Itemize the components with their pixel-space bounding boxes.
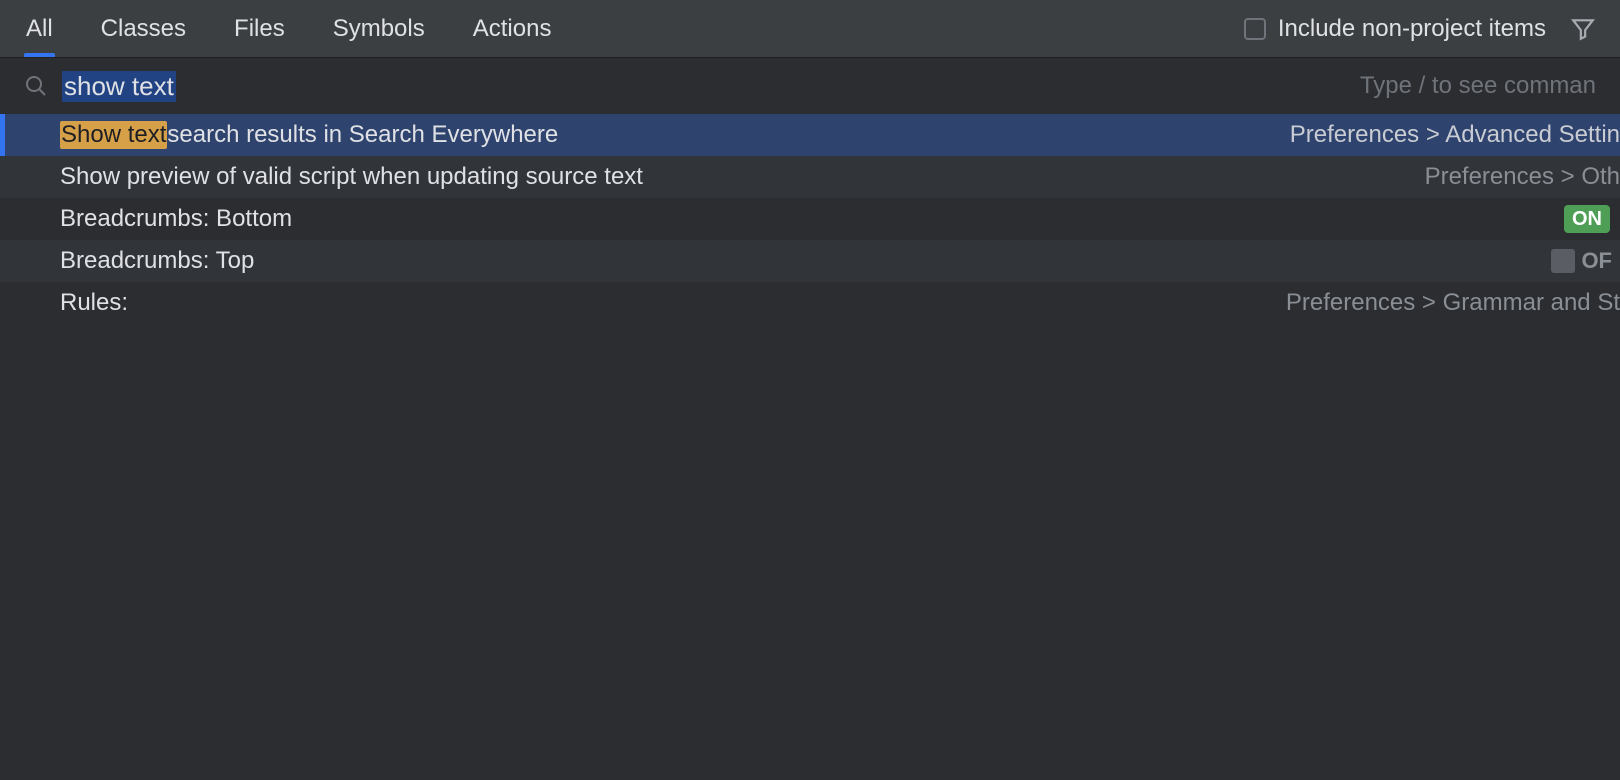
result-row[interactable]: Rules: Preferences > Grammar and St (0, 282, 1620, 324)
toggle-off-text: OF (1581, 248, 1612, 274)
tab-all[interactable]: All (24, 0, 55, 57)
search-icon (24, 74, 48, 98)
result-text: Rules: (60, 289, 128, 317)
tab-files[interactable]: Files (232, 0, 287, 57)
result-row[interactable]: Breadcrumbs: Bottom ON (0, 198, 1620, 240)
result-row[interactable]: Breadcrumbs: Top OF (0, 240, 1620, 282)
result-text-wrap: Show text search results in Search Every… (60, 121, 558, 149)
tabs-right: Include non-project items (1244, 15, 1596, 43)
result-row[interactable]: Show preview of valid script when updati… (0, 156, 1620, 198)
result-path: Preferences > Advanced Settin (1290, 121, 1620, 149)
search-bar: show text Type / to see comman (0, 58, 1620, 114)
search-hint: Type / to see comman (1360, 72, 1596, 100)
toggle-on[interactable]: ON (1564, 205, 1610, 233)
result-text-wrap: Breadcrumbs: Top (60, 247, 254, 275)
result-highlight: Show text (60, 121, 167, 149)
tab-symbols[interactable]: Symbols (331, 0, 427, 57)
toggle-off-box (1551, 249, 1575, 273)
tab-classes[interactable]: Classes (99, 0, 188, 57)
include-non-project-label: Include non-project items (1278, 15, 1546, 43)
checkbox-box (1244, 18, 1266, 40)
tab-actions[interactable]: Actions (471, 0, 554, 57)
result-text: Show preview of valid script when updati… (60, 163, 643, 191)
results-list: Show text search results in Search Every… (0, 114, 1620, 324)
tabs-container: All Classes Files Symbols Actions (24, 0, 553, 57)
result-text: search results in Search Everywhere (167, 121, 558, 149)
tabs-bar: All Classes Files Symbols Actions Includ… (0, 0, 1620, 58)
result-text: Breadcrumbs: Bottom (60, 205, 292, 233)
result-text-wrap: Breadcrumbs: Bottom (60, 205, 292, 233)
result-text-wrap: Show preview of valid script when updati… (60, 163, 643, 191)
search-input[interactable]: show text (62, 71, 176, 102)
result-text: Breadcrumbs: Top (60, 247, 254, 275)
filter-icon[interactable] (1570, 16, 1596, 42)
result-row[interactable]: Show text search results in Search Every… (0, 114, 1620, 156)
toggle-off[interactable]: OF (1543, 247, 1620, 275)
include-non-project-checkbox[interactable]: Include non-project items (1244, 15, 1546, 43)
result-path: Preferences > Grammar and St (1286, 289, 1620, 317)
result-text-wrap: Rules: (60, 289, 128, 317)
result-path: Preferences > Oth (1425, 163, 1620, 191)
